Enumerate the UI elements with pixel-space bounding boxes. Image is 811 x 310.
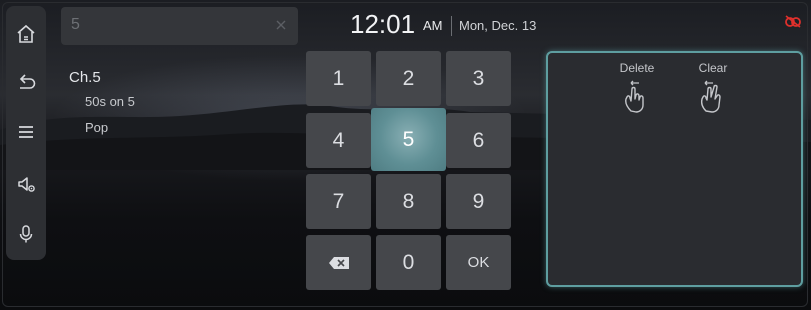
home-icon [17, 24, 35, 43]
search-input-value: 5 [71, 16, 80, 33]
result-channel[interactable]: Ch.5 [69, 69, 101, 86]
voice-button[interactable] [6, 214, 46, 254]
key-4[interactable]: 4 [306, 113, 371, 168]
clock-time: 12:01 [350, 9, 416, 39]
sound-settings-icon [18, 177, 35, 192]
back-button[interactable] [6, 63, 46, 103]
key-5[interactable]: 5 [371, 108, 446, 171]
result-genre: Pop [85, 120, 109, 135]
clear-gesture-hint: Clear [678, 61, 748, 122]
clear-gesture-label: Clear [698, 61, 728, 75]
key-9[interactable]: 9 [446, 174, 511, 229]
backspace-button[interactable] [306, 235, 371, 290]
swipe-left-one-finger-icon [625, 80, 644, 113]
clock-ampm: AM [423, 18, 443, 33]
swipe-left-two-finger-icon [700, 80, 721, 113]
back-icon [19, 74, 36, 89]
home-button[interactable] [6, 14, 46, 54]
ok-button[interactable]: OK [446, 235, 511, 290]
handwriting-input-area[interactable]: Delete Clear [546, 51, 803, 287]
search-input[interactable]: 5 [61, 7, 298, 45]
menu-icon [19, 126, 33, 138]
key-6[interactable]: 6 [446, 113, 511, 168]
key-3[interactable]: 3 [446, 51, 511, 106]
delete-gesture-hint: Delete [602, 61, 672, 122]
clock-date: Mon, Dec. 13 [459, 18, 537, 33]
connection-off-icon [785, 15, 801, 28]
key-7[interactable]: 7 [306, 174, 371, 229]
backspace-icon [328, 256, 349, 269]
result-station-name[interactable]: 50s on 5 [85, 94, 135, 109]
sound-settings-button[interactable] [6, 164, 46, 204]
close-icon[interactable] [272, 16, 290, 34]
key-0[interactable]: 0 [376, 235, 441, 290]
key-1[interactable]: 1 [306, 51, 371, 106]
key-2[interactable]: 2 [376, 51, 441, 106]
menu-button[interactable] [6, 112, 46, 152]
left-sidebar [6, 6, 46, 260]
key-8[interactable]: 8 [376, 174, 441, 229]
clock-divider [451, 16, 452, 36]
delete-gesture-label: Delete [619, 61, 655, 75]
microphone-icon [19, 225, 33, 243]
